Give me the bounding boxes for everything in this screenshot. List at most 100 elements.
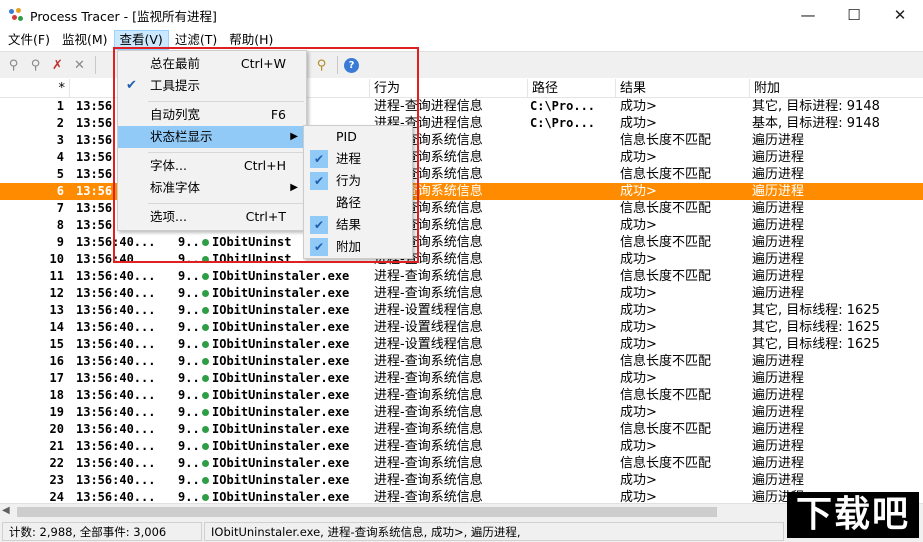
table-row[interactable]: 15 13:56:40... 9... IObitUninstaler.exe 进程-设… [0,336,923,353]
menu-item-standard-font[interactable]: 标准字体 ▶ [118,177,306,199]
row-number: 17 [49,371,64,385]
menu-monitor[interactable]: 监视(M) [56,30,114,50]
table-row[interactable]: 14 13:56:40... 9... IObitUninstaler.exe 进程-设… [0,319,923,336]
zoom-out-icon[interactable]: ⚲ [26,56,45,75]
row-extra: 遍历进程 [752,133,805,148]
column-header-no[interactable]: * [0,79,70,98]
close-icon[interactable]: ✕ [877,0,923,30]
statusbar-submenu: PID ✔ 进程 ✔ 行为 路径 ✔ 结果 ✔ 附加 [303,125,413,259]
column-header-action[interactable]: 行为 [370,79,528,98]
row-number: 18 [49,388,64,402]
column-header-path[interactable]: 路径 [528,79,616,98]
row-path [528,132,614,149]
process-status-icon [198,455,212,472]
row-extra: 基本, 目标进程: 9148 [752,116,880,131]
table-row[interactable]: 22 13:56:40... 9... IObitUninstaler.exe 进程-查… [0,455,923,472]
row-path [528,370,614,387]
table-row[interactable]: 20 13:56:40... 9... IObitUninstaler.exe 进程-查… [0,421,923,438]
row-extra: 遍历进程 [752,456,805,471]
key-icon[interactable]: ⚲ [312,56,331,75]
help-icon[interactable]: ? [344,57,359,73]
table-row[interactable]: 21 13:56:40... 9... IObitUninstaler.exe 进程-查… [0,438,923,455]
minimize-icon[interactable]: — [785,0,831,30]
submenu-item-result[interactable]: ✔ 结果 [304,214,412,236]
process-status-icon [198,302,212,319]
menu-item-auto-column-width[interactable]: 自动列宽 F6 [118,104,306,126]
menu-file[interactable]: 文件(F) [2,30,56,50]
row-number: 3 [56,133,64,147]
menu-item-options[interactable]: 选项... Ctrl+T [118,206,306,228]
submenu-item-extra[interactable]: ✔ 附加 [304,236,412,258]
menu-item-font[interactable]: 字体... Ctrl+H [118,155,306,177]
row-result: 成功> [620,337,657,352]
menu-item-always-on-top[interactable]: 总在最前 Ctrl+W [118,53,306,75]
stop-icon[interactable]: ✕ [70,56,89,75]
scroll-left-icon[interactable]: ◀ [2,505,10,516]
row-extra: 遍历进程 [752,473,805,488]
row-result: 信息长度不匹配 [620,354,712,369]
table-row[interactable]: 13 13:56:40... 9... IObitUninstaler.exe 进程-设… [0,302,923,319]
row-pid: 9... [178,269,198,283]
table-row[interactable]: 18 13:56:40... 9... IObitUninstaler.exe 进程-查… [0,387,923,404]
process-status-icon [198,421,212,438]
menu-item-statusbar-display[interactable]: 状态栏显示 ▶ [118,126,306,148]
row-extra: 遍历进程 [752,422,805,437]
row-extra: 其它, 目标线程: 1625 [752,320,880,335]
checkmark-icon: ✔ [310,238,328,256]
table-row[interactable]: 23 13:56:40... 9... IObitUninstaler.exe 进程-查… [0,472,923,489]
table-row[interactable]: 16 13:56:40... 9... IObitUninstaler.exe 进程-查… [0,353,923,370]
menu-filter[interactable]: 过滤(T) [169,30,223,50]
row-time: 13:56:40 [76,252,134,266]
row-extra: 遍历进程 [752,252,805,267]
row-number: 16 [49,354,64,368]
submenu-item-pid[interactable]: PID [304,126,412,148]
zoom-in-icon[interactable]: ⚲ [4,56,23,75]
row-result: 成功> [620,286,657,301]
clear-icon[interactable]: ✗ [48,56,67,75]
process-status-icon [198,387,212,404]
scrollbar-thumb[interactable] [17,507,717,517]
maximize-icon[interactable]: ☐ [831,0,877,30]
row-process: IObitUninstaler.exe [212,320,350,334]
row-path: C:\Pro... [530,116,596,130]
menu-item-tooltips[interactable]: ✔ 工具提示 [118,75,306,97]
row-action: 进程-查询进程信息 [374,99,483,114]
table-row[interactable]: 10 13:56:40 9.. IObitUninst 进程-查询系统信息 成功> 遍历进程 [0,251,923,268]
table-row[interactable]: 11 13:56:40... 9... IObitUninstaler.exe 进程-查… [0,268,923,285]
row-time: 13:56:40... [76,320,156,334]
row-number: 7 [56,201,64,215]
menu-help[interactable]: 帮助(H) [223,30,279,50]
submenu-item-path[interactable]: 路径 [304,192,412,214]
row-number: 23 [49,473,64,487]
row-action: 进程-查询系统信息 [374,371,483,386]
row-number: 20 [49,422,64,436]
row-action: 进程-查询系统信息 [374,456,483,471]
row-extra: 遍历进程 [752,354,805,369]
row-pid: 9... [178,354,198,368]
submenu-item-action[interactable]: ✔ 行为 [304,170,412,192]
row-extra: 其它, 目标线程: 1625 [752,337,880,352]
table-row[interactable]: 19 13:56:40... 9... IObitUninstaler.exe 进程-查… [0,404,923,421]
row-result: 成功> [620,303,657,318]
status-counts: 计数: 2,988, 全部事件: 3,006 [2,521,202,541]
table-row[interactable]: 9 13:56:40... 9.. IObitUninst 进程-查询系统信息 信息长度不… [0,234,923,251]
row-result: 信息长度不匹配 [620,235,712,250]
row-number: 13 [49,303,64,317]
menu-view[interactable]: 查看(V) [113,30,169,50]
row-extra: 遍历进程 [752,235,805,250]
table-row[interactable]: 12 13:56:40... 9... IObitUninstaler.exe 进程-查… [0,285,923,302]
status-detail: IObitUninstaler.exe, 进程-查询系统信息, 成功>, 遍历进… [204,521,784,541]
column-header-result[interactable]: 结果 [616,79,750,98]
table-row[interactable]: 17 13:56:40... 9... IObitUninstaler.exe 进程-查… [0,370,923,387]
submenu-item-process[interactable]: ✔ 进程 [304,148,412,170]
process-status-icon [198,251,212,268]
row-result: 信息长度不匹配 [620,456,712,471]
column-header-extra[interactable]: 附加 [750,79,923,98]
row-process: IObitUninstaler.exe [212,286,350,300]
row-pid: 9.. [178,235,198,249]
row-number: 5 [56,167,64,181]
row-result: 成功> [620,252,657,267]
table-row[interactable]: 24 13:56:40... 9... IObitUninstaler.exe 进程-查… [0,489,923,503]
horizontal-scrollbar[interactable]: ◀ [0,503,923,520]
row-path [528,336,614,353]
